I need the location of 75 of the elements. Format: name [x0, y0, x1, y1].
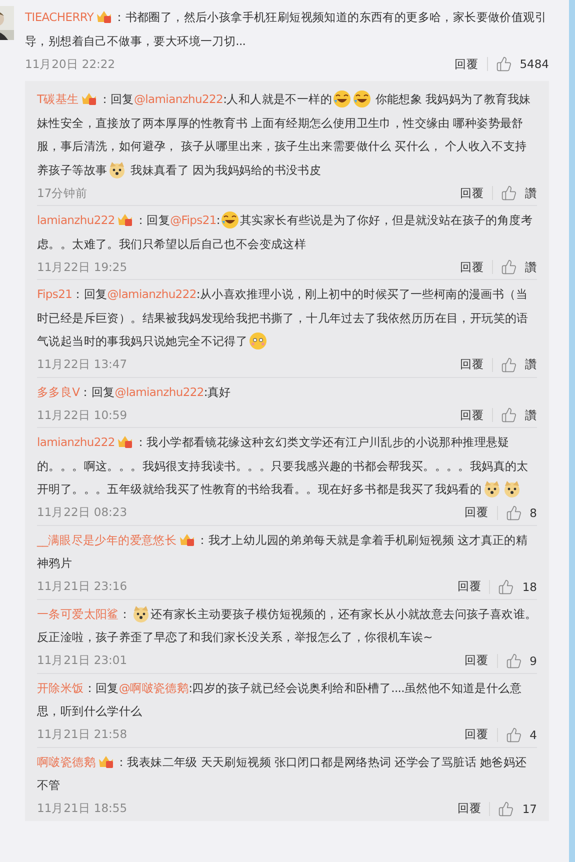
mention-link[interactable]: @lamianzhu222: [107, 287, 196, 301]
laughing-crying-emoji-icon: [220, 211, 239, 229]
blushing-emoji-icon: [248, 332, 267, 350]
comment-text: T碳基生 ：回复@lamianzhu222:人和人就是不一样的 你能想象 我妈妈为了教育我妹妹性安全，直接放了两本厚厚的性教育书 上面有经期怎么使用卫生巾，性交缘由 哪种姿势最舒服，事后清洗，如何避孕， 孩子从哪里出来，孩子生出来需要做什么 买什么， 个人收入不支持养孩子等故事 我妹真看了 因为我妈妈给的书没书皮: [37, 89, 532, 180]
username-link[interactable]: 多多良V: [37, 384, 80, 398]
dog-emoji-icon: [132, 604, 150, 622]
like-count: 18: [522, 580, 537, 594]
reply-link[interactable]: 回覆: [457, 579, 482, 594]
mention-link[interactable]: @啊啵瓷德鹅: [118, 680, 189, 694]
comment-text: 啊啵瓷德鹅 ：我表妹二年级 天天刷短视频 张口闭口都是网络热词 还学会了骂脏话 她爸妈还不管: [37, 752, 528, 794]
username-link[interactable]: TIEACHERRY: [25, 10, 94, 24]
like-count: 讚: [525, 260, 537, 274]
comment-text: 开除米饭：回复@啊啵瓷德鹅:四岁的孩子就已经会说奥利给和卧槽了....虽然他不知道是什么意思，听到什么学什么: [37, 680, 523, 720]
like-icon[interactable]: [506, 726, 522, 742]
reply-link[interactable]: 回覆: [464, 727, 489, 742]
like-icon[interactable]: [498, 578, 514, 594]
username-link[interactable]: Fips21: [37, 287, 72, 301]
username-link[interactable]: __满眼尽是少年的爱意悠长: [37, 532, 177, 546]
comment-time: 11月22日 19:25: [37, 260, 128, 274]
like-count: 5484: [520, 57, 549, 71]
comment-time: 17分钟前: [37, 186, 88, 200]
comment-text: 多多良V：回复@lamianzhu222:真好: [37, 384, 232, 400]
dog-emoji-icon: [502, 480, 521, 498]
reply-link[interactable]: 回覆: [464, 653, 489, 668]
like-icon[interactable]: [501, 185, 517, 201]
comment-text: lamianzhu222 ：我小学都看镜花缘这种玄幻类文学还有江户川乱步的小说那种推理悬疑的。。。啊这。。。我妈很支持我读书。。。只要我感兴趣的书都会帮我买。。。。我妈真的太开明了。。。五年级就给我买了性教育的书给我看。。现在好多书都是我买了我妈看的: [37, 433, 530, 500]
mention-link[interactable]: @Fips21: [170, 213, 216, 227]
dog-emoji-icon: [482, 480, 501, 498]
mention-link[interactable]: @lamianzhu222: [114, 384, 204, 398]
comment-text: Fips21：回复@lamianzhu222:从小喜欢推理小说，刚上初中的时候买了一些柯南的漫画书（当时已经是斥巨资）。结果被我妈发现给我把书撕了，十几年过去了我依然历历在目，开玩笑的语气说起当时的事我妈只说她完全不记得了: [37, 286, 530, 352]
like-count: 4: [530, 728, 537, 742]
comment-time: 11月21日 21:58: [37, 727, 128, 742]
comment-time: 11月21日 23:01: [37, 653, 128, 668]
username-link[interactable]: 一条可爱太阳鲨: [37, 606, 119, 620]
comment-time: 11月20日 22:22: [25, 56, 116, 72]
like-icon[interactable]: [498, 800, 514, 816]
like-icon[interactable]: [506, 504, 522, 520]
reply-link[interactable]: 回覆: [460, 408, 484, 422]
like-count: 讚: [525, 186, 537, 200]
like-count: 8: [530, 506, 537, 520]
dog-emoji-icon: [108, 160, 126, 178]
reply-link[interactable]: 回覆: [464, 505, 489, 520]
like-icon[interactable]: [501, 407, 517, 423]
username-link[interactable]: T碳基生: [37, 92, 79, 106]
like-icon[interactable]: [496, 56, 512, 72]
like-icon[interactable]: [506, 652, 522, 668]
comment-text: TIEACHERRY ：书都圈了，然后小孩拿手机狂刷短视频知道的东西有的更多哈，家长要做价值观引导，别想着自己不做事，要大环境一刀切...: [25, 8, 548, 50]
like-icon[interactable]: [501, 259, 517, 275]
reply-link[interactable]: 回覆: [460, 186, 484, 200]
reply-link[interactable]: 回覆: [457, 801, 482, 816]
like-icon[interactable]: [501, 356, 517, 372]
comment-time: 11月21日 18:55: [37, 801, 128, 816]
username-link[interactable]: 啊啵瓷德鹅: [37, 754, 96, 768]
like-count: 17: [522, 802, 537, 816]
avatar[interactable]: [0, 6, 14, 40]
comment-time: 11月21日 23:16: [37, 579, 128, 594]
laughing-crying-emoji-icon: [332, 90, 351, 108]
like-count: 9: [530, 654, 537, 668]
comment-time: 11月22日 08:23: [37, 505, 128, 520]
comment-time: 11月22日 10:59: [37, 408, 128, 422]
reply-link[interactable]: 回覆: [460, 357, 484, 372]
comment-text: __满眼尽是少年的爱意悠长 ：我才上幼儿园的弟弟每天就是拿着手机刷短视频 这才真正的精神鸦片: [37, 530, 529, 572]
reply-link[interactable]: 回覆: [454, 56, 479, 72]
comment-text: 一条可爱太阳鲨： 还有家长主动要孩子模仿短视频的，还有家长从小就故意去问孩子喜欢谁。反正淦啦，孩子养歪了早恋了和我们家长没关系，举报怎么了，你很机车诶~: [37, 604, 537, 646]
comment-time: 11月22日 13:47: [37, 357, 128, 372]
scrollbar[interactable]: [569, 0, 575, 862]
mention-link[interactable]: @lamianzhu222: [134, 92, 224, 106]
username-link[interactable]: 开除米饭: [37, 680, 84, 694]
comment-text: lamianzhu222 ：回复@Fips21: 其实家长有些说是为了你好，但是就没站在孩子的角度考虑。。太难了。我们只希望以后自己也不会变成这样: [37, 210, 534, 252]
like-count: 讚: [525, 408, 537, 422]
username-link[interactable]: lamianzhu222: [37, 213, 115, 227]
reply-link[interactable]: 回覆: [460, 260, 484, 274]
like-count: 讚: [525, 357, 537, 372]
laughing-crying-emoji-icon: [352, 90, 371, 108]
username-link[interactable]: lamianzhu222: [37, 435, 115, 449]
